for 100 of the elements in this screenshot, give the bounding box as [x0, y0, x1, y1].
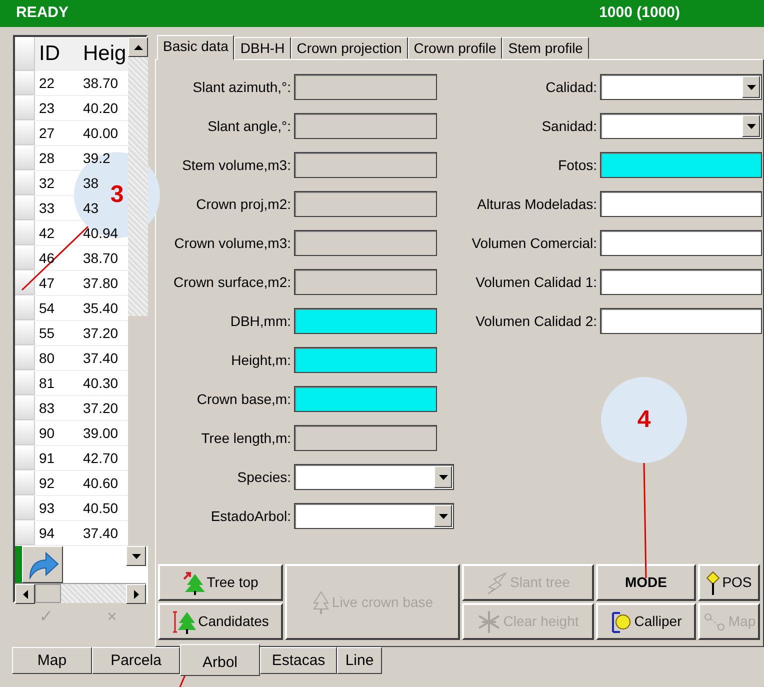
forward-arrow-button[interactable] — [22, 546, 63, 583]
input-field[interactable] — [294, 347, 437, 373]
table-cell-text: 32 — [38, 174, 56, 193]
field-label: Crown surface,m2: — [172, 272, 292, 292]
toolbar-button[interactable]: Calliper — [596, 603, 696, 640]
table-cell-text: 40.30 — [82, 374, 118, 393]
scroll-up-button[interactable] — [128, 37, 148, 57]
field-label: Volumen Calidad 1: — [474, 272, 598, 292]
toolbar-button[interactable]: Tree top — [158, 564, 283, 601]
tab[interactable]: Estacas — [260, 647, 337, 674]
table-cell-text: 37.40 — [82, 524, 118, 543]
input-field[interactable] — [600, 230, 762, 256]
table-cell-text: 40.00 — [82, 124, 118, 143]
table-cell-text: 54 — [38, 299, 56, 318]
field-label: EstadoArbol: — [210, 506, 292, 526]
toolbar-button[interactable]: POS — [698, 564, 760, 601]
dropdown[interactable] — [600, 74, 762, 100]
table-cell-text: 80 — [38, 349, 56, 368]
scroll-left-button[interactable] — [15, 584, 35, 604]
input-field[interactable] — [294, 386, 437, 412]
table-cell-text: 42 — [38, 224, 56, 243]
caret-icon — [438, 474, 448, 480]
table-cell-text: 27 — [38, 124, 56, 143]
table-cell-text: 39.2 — [82, 149, 110, 168]
up-arrow-icon — [134, 44, 142, 50]
field-label: Crown proj,m2: — [195, 194, 292, 214]
table-cell-text: 91 — [38, 449, 56, 468]
table-cell-text: 40.50 — [82, 499, 118, 518]
scrollbar-thumb[interactable] — [35, 584, 61, 603]
table-cell-text: 90 — [38, 424, 56, 443]
tab[interactable]: DBH-H — [234, 37, 291, 59]
scroll-down-button[interactable] — [126, 546, 146, 566]
dropdown[interactable] — [600, 113, 762, 139]
field-label: Height,m: — [230, 350, 292, 370]
table-cell-text: 38 — [82, 174, 99, 193]
field-label: Volumen Comercial: — [470, 234, 598, 252]
caret-icon — [438, 514, 448, 518]
table-cell-text: 23 — [38, 99, 56, 118]
calliper-icon — [610, 610, 632, 632]
field-label: Fotos: — [557, 156, 598, 174]
tab[interactable]: Line — [337, 647, 382, 674]
tab[interactable]: Crown profile — [408, 37, 502, 59]
table-cell-text: 43 — [82, 199, 99, 218]
input-field[interactable] — [600, 269, 762, 295]
field-label: Volumen Calidad 2: — [474, 312, 598, 330]
table-cell-text: 94 — [38, 524, 56, 543]
row-indicator — [15, 546, 22, 583]
field-label: Slant azimuth,°: — [192, 78, 292, 96]
table-cell-text: 22 — [38, 74, 56, 93]
input-field[interactable] — [600, 308, 762, 334]
column-header[interactable]: ID — [35, 37, 79, 71]
table-cell-text: 28 — [38, 149, 56, 168]
tab[interactable]: Crown projection — [290, 37, 408, 59]
tab[interactable]: Arbol — [180, 644, 260, 676]
caret-icon — [746, 124, 756, 128]
table-cell-text: 38.70 — [82, 74, 118, 93]
table-cell-text: 37.20 — [82, 324, 118, 343]
field-label: Stem volume,m3: — [181, 156, 292, 174]
table-cell-text: 39.00 — [82, 424, 118, 443]
tab[interactable]: Map — [12, 647, 92, 674]
left-arrow-icon — [22, 590, 28, 598]
tree-outline-icon — [312, 590, 330, 614]
table-cell-text: 40.60 — [82, 474, 118, 493]
field-label: Sanidad: — [540, 116, 598, 136]
scroll-right-button[interactable] — [126, 584, 146, 604]
tab[interactable]: Basic data — [157, 35, 234, 60]
input-field[interactable] — [600, 152, 762, 178]
tree-measure-icon — [172, 610, 196, 634]
table-cell-text: 83 — [38, 399, 56, 418]
table-cell-text: 37.80 — [82, 274, 118, 293]
tab[interactable]: Parcela — [92, 647, 180, 674]
row-header[interactable] — [15, 271, 35, 295]
table-cell-text: 92 — [38, 474, 56, 493]
table-cell-text: 33 — [38, 199, 56, 218]
table-cell-text: 42.70 — [82, 449, 118, 468]
map-points-icon — [702, 610, 726, 632]
input-field[interactable] — [294, 308, 437, 334]
tab[interactable]: Stem profile — [502, 37, 589, 59]
field-label: Crown volume,m3: — [173, 234, 292, 252]
input-field[interactable] — [600, 191, 762, 217]
status-text: READY — [16, 3, 69, 24]
field-label: DBH,mm: — [229, 312, 292, 330]
scrollbar-thumb[interactable] — [128, 316, 148, 546]
table-cell-text: 55 — [38, 324, 56, 343]
dropdown[interactable] — [294, 503, 454, 529]
table-cell-text: 37.20 — [82, 399, 118, 418]
tree-arrow-icon — [182, 570, 205, 594]
record-count: 1000 (1000) — [599, 3, 680, 24]
field-label: Crown base,m: — [196, 390, 292, 408]
star-icon — [477, 610, 502, 634]
dropdown[interactable] — [294, 464, 454, 490]
field-label: Alturas Modeladas: — [476, 194, 598, 214]
toolbar-button[interactable]: Candidates — [158, 603, 283, 640]
toolbar-button[interactable]: MODE — [596, 564, 696, 601]
pin-icon — [706, 570, 720, 594]
field-label: Species: — [236, 468, 292, 487]
column-header[interactable]: Heig — [79, 37, 128, 71]
table-cell-text: 37.40 — [82, 349, 118, 368]
caret-icon — [746, 84, 756, 90]
table-cell-text: 35.40 — [82, 299, 118, 318]
